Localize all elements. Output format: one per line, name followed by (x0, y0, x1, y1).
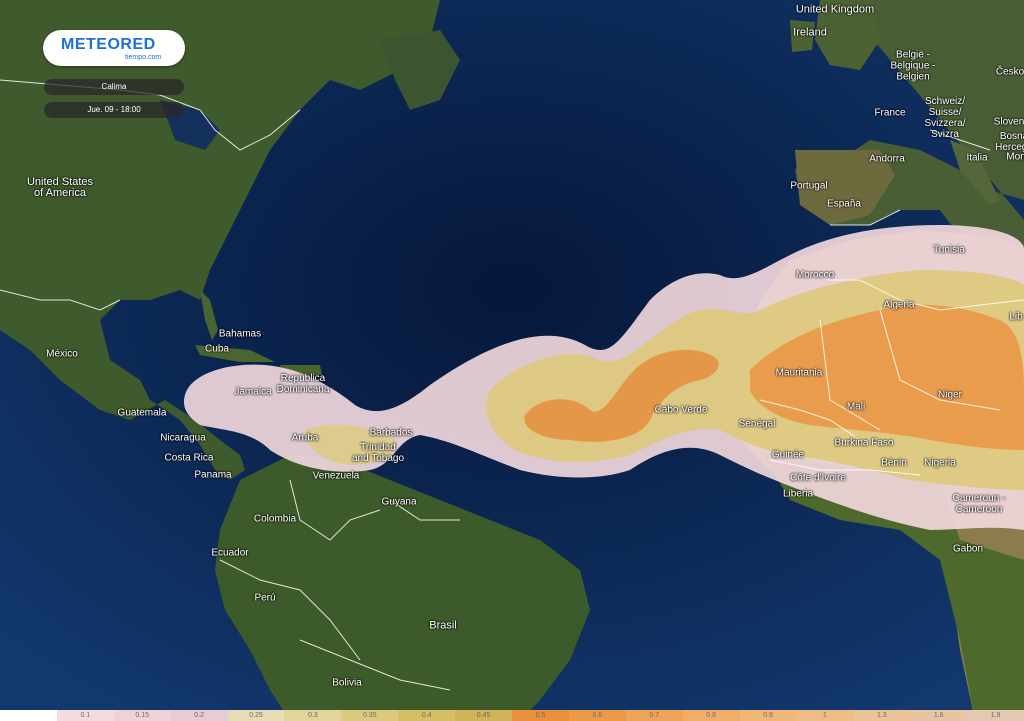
label-gabon: Gabon (952, 543, 984, 555)
legend-cell: 0.8 (682, 710, 740, 721)
label-tunisia: Tunisia (933, 244, 965, 256)
datetime-badge[interactable]: Jue. 09 - 18:00 (44, 102, 184, 118)
label-aruba: Aruba (291, 432, 319, 444)
label-cabo-verde: Cabo Verde (654, 404, 708, 416)
layer-name-badge[interactable]: Calima (44, 79, 184, 95)
label-colombia: Colombia (253, 513, 297, 525)
label-guyana: Guyana (381, 496, 417, 508)
legend-cell: 0.6 (568, 710, 626, 721)
label-jamaica: Jamaica (234, 386, 272, 398)
label-morocco: Morocco (795, 269, 835, 281)
label-venezuela: Venezuela (312, 470, 360, 482)
legend-cell: 1 (796, 710, 854, 721)
legend-cell: 1.3 (853, 710, 911, 721)
label-andorra: Andorra (869, 153, 905, 165)
label-montenegro: Mon (1006, 151, 1024, 163)
label-mexico: México (46, 348, 78, 360)
label-usa: United States of America (26, 176, 94, 199)
legend-cell: 1.9 (967, 710, 1024, 721)
legend-cell: 0.45 (455, 710, 513, 721)
label-barbados: Barbados (369, 427, 413, 439)
label-italy: Italia (966, 152, 988, 164)
label-benin: Bénin (881, 457, 907, 469)
label-panama: Panama (194, 469, 232, 481)
legend-cell: 0.35 (341, 710, 399, 721)
dust-map[interactable]: METEORED tiempo.com Calima Jue. 09 - 18:… (0, 0, 1024, 721)
label-brasil: Brasil (429, 619, 457, 632)
label-guatemala: Guatemala (117, 407, 167, 419)
label-liberia: Liberia (782, 488, 814, 500)
label-switzerland: Schweiz/ Suisse/ Svizzera/ Svizra (924, 96, 966, 140)
legend-cell: 0.2 (170, 710, 228, 721)
label-slovenia: Slovenija (993, 116, 1024, 128)
logo-text: METEORED (61, 36, 156, 53)
legend-cell: 1.6 (910, 710, 968, 721)
legend-cell: 0.15 (113, 710, 171, 721)
legend-cell: 0.7 (625, 710, 683, 721)
label-peru: Perú (254, 592, 276, 604)
label-czechia: Česko (995, 66, 1024, 78)
label-burkina-faso: Burkina Faso (834, 437, 894, 449)
label-libya: Lib (1009, 311, 1023, 323)
label-spain: España (827, 198, 861, 210)
label-dominican-republic: República Dominicana (276, 373, 330, 395)
label-cote-divoire: Côte d'Ivoire (790, 472, 846, 484)
legend-cell: 0.25 (227, 710, 285, 721)
label-mali: Mali (846, 401, 866, 413)
legend-cell (0, 710, 57, 721)
label-costa-rica: Costa Rica (164, 452, 214, 464)
legend-cell: 0.4 (398, 710, 456, 721)
label-nigeria: Nigeria (924, 457, 956, 469)
label-cameroon: Cameroun - Cameroon (952, 493, 1006, 515)
label-france: France (874, 107, 906, 119)
label-bahamas: Bahamas (218, 328, 262, 340)
label-niger: Niger (938, 389, 962, 401)
label-mauritania: Mauritania (775, 367, 823, 379)
color-legend: 0.1 0.15 0.2 0.25 0.3 0.35 0.4 0.45 0.5 0.6 0.7 0.8… (0, 710, 1024, 721)
label-bolivia: Bolivia (332, 677, 362, 689)
label-ecuador: Ecuador (211, 547, 249, 559)
label-nicaragua: Nicaragua (160, 432, 206, 444)
meteored-logo[interactable]: METEORED tiempo.com (43, 30, 185, 66)
legend-cell: 0.3 (284, 710, 342, 721)
label-belgium: België - Belgique - Belgien (890, 49, 936, 83)
legend-cell: 0.9 (739, 710, 797, 721)
label-trinidad-tobago: Trinidad and Tobago (351, 442, 405, 464)
label-bosnia: Bosna Hercego (995, 131, 1024, 153)
label-guinee: Guinée (771, 449, 805, 461)
label-cuba: Cuba (205, 343, 229, 355)
label-senegal: Sénégal (738, 418, 776, 430)
label-ireland: Ireland (793, 26, 827, 39)
legend-cell: 0.1 (56, 710, 114, 721)
logo-sub: tiempo.com (125, 54, 162, 61)
label-algeria: Algeria (883, 299, 915, 311)
label-portugal: Portugal (790, 180, 828, 192)
legend-cell: 0.5 (512, 710, 569, 721)
label-united-kingdom: United Kingdom (795, 3, 875, 16)
